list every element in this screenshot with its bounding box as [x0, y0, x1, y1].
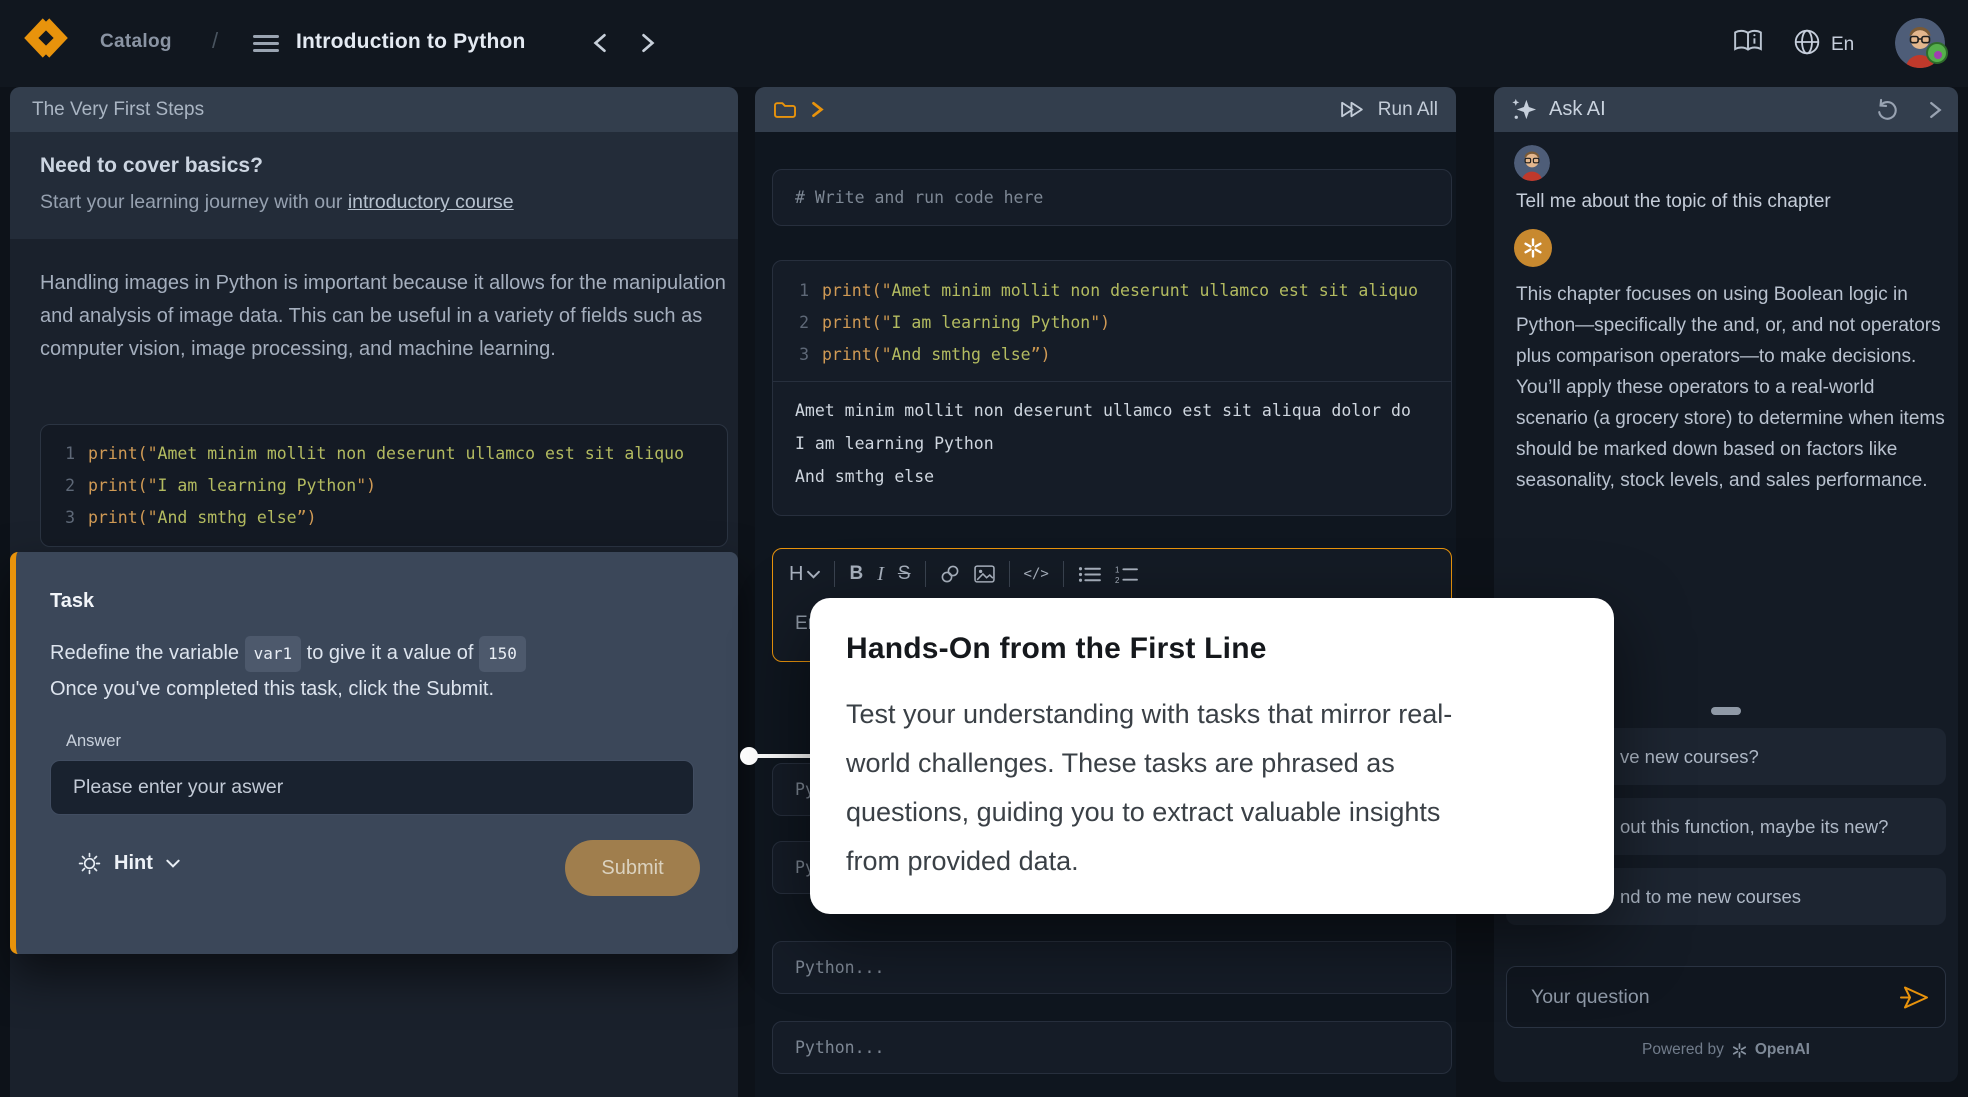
openai-label: OpenAI: [1755, 1041, 1810, 1059]
code-line: 1print("Amet minim mollit non deserunt u…: [795, 275, 1451, 307]
value-chip: 150: [479, 636, 526, 672]
output-line: And smthg else: [795, 460, 1451, 493]
send-icon[interactable]: [1899, 984, 1931, 1011]
top-bar: Catalog / Introduction to Python En: [0, 0, 1968, 87]
tooltip-body: Test your understanding with tasks that …: [846, 690, 1486, 886]
question-input-wrap: [1506, 966, 1946, 1028]
italic-button[interactable]: I: [877, 563, 884, 586]
svg-text:2: 2: [1115, 575, 1119, 583]
collapse-panel-icon[interactable]: [1929, 101, 1942, 119]
toolbar-divider: [834, 561, 835, 587]
lesson-paragraph: Handling images in Python is important b…: [40, 267, 734, 366]
run-all-button[interactable]: Run All: [1339, 99, 1438, 121]
prev-chapter-button[interactable]: [592, 33, 608, 58]
submit-button[interactable]: Submit: [565, 840, 700, 896]
chapter-menu-icon[interactable]: [253, 35, 279, 53]
language-label: En: [1831, 34, 1854, 56]
breadcrumb-catalog[interactable]: Catalog: [100, 31, 172, 53]
numbered-list-icon: 1 2: [1115, 565, 1138, 584]
code-line: 2print("I am learning Python"): [795, 307, 1451, 339]
question-input[interactable]: [1531, 986, 1899, 1009]
brand-logo-icon[interactable]: [22, 16, 70, 65]
language-selector[interactable]: En: [1793, 28, 1854, 62]
answer-input[interactable]: [50, 760, 694, 815]
sparkle-icon: [1510, 96, 1537, 123]
introductory-course-link[interactable]: introductory course: [348, 191, 514, 213]
numbered-list-button[interactable]: 1 2: [1115, 565, 1138, 584]
ask-ai-header: Ask AI: [1494, 87, 1958, 132]
ask-ai-panel: Ask AI Tell me about the topic of this: [1494, 87, 1958, 1082]
bullet-list-icon: [1078, 565, 1101, 584]
drag-handle[interactable]: [1711, 707, 1741, 715]
code-line: 2print("I am learning Python"): [61, 470, 727, 502]
ask-ai-title: Ask AI: [1549, 98, 1606, 121]
lesson-panel: The Very First Steps Need to cover basic…: [10, 87, 738, 1097]
code-line: 3print("And smthg else”): [795, 339, 1451, 371]
code-line: 3print("And smthg else”): [61, 502, 727, 534]
svg-text:1: 1: [1115, 565, 1119, 574]
chevron-down-icon: [166, 859, 180, 868]
openai-avatar: [1514, 229, 1552, 267]
python-cell[interactable]: Python...: [772, 1021, 1452, 1074]
answer-label: Answer: [66, 732, 704, 751]
breadcrumb-separator: /: [212, 28, 218, 54]
python-cell[interactable]: Python...: [772, 941, 1452, 994]
onboarding-tooltip: Hands-On from the First Line Test your u…: [810, 598, 1614, 914]
basics-promo-card: Need to cover basics? Start your learnin…: [10, 132, 738, 239]
cell-divider: [773, 381, 1451, 382]
run-all-icon: [1339, 100, 1366, 119]
code-button[interactable]: </>: [1024, 566, 1049, 582]
notebook-header: Run All: [755, 87, 1456, 132]
breadcrumb-chevron-icon: [811, 101, 824, 118]
link-icon: [940, 564, 960, 584]
hint-toggle[interactable]: Hint: [78, 852, 180, 875]
output-line: I am learning Python: [795, 427, 1451, 460]
folder-icon[interactable]: [773, 100, 797, 119]
scratch-placeholder: # Write and run code here: [795, 188, 1043, 207]
lesson-title: The Very First Steps: [32, 99, 204, 121]
bullet-list-button[interactable]: [1078, 565, 1101, 584]
powered-by: Powered by OpenAI: [1494, 1041, 1958, 1059]
strikethrough-button[interactable]: S: [898, 563, 911, 585]
next-chapter-button[interactable]: [640, 33, 656, 58]
openai-logo-icon: [1731, 1042, 1748, 1059]
tooltip-connector-dot: [740, 747, 758, 765]
lesson-panel-header: The Very First Steps: [10, 87, 738, 132]
image-icon: [974, 565, 995, 583]
lightbulb-icon: [78, 852, 101, 875]
user-message-avatar: [1514, 145, 1550, 181]
promo-text: Start your learning journey with our int…: [40, 191, 708, 214]
task-description: Redefine the variable var1 to give it a …: [50, 636, 704, 706]
formatting-toolbar: H B I S: [773, 549, 1451, 599]
toolbar-divider: [1009, 561, 1010, 587]
promo-heading: Need to cover basics?: [40, 154, 708, 178]
heading-button[interactable]: H: [789, 563, 820, 586]
code-line: 1print("Amet minim mollit non deserunt u…: [61, 438, 727, 470]
scratch-code-cell[interactable]: # Write and run code here: [772, 169, 1452, 226]
ai-response: This chapter focuses on using Boolean lo…: [1516, 279, 1950, 496]
toolbar-divider: [1063, 561, 1064, 587]
user-message: Tell me about the topic of this chapter: [1516, 191, 1831, 213]
avatar-status-badge: [1926, 42, 1948, 64]
var-chip: var1: [245, 636, 302, 672]
notebook-panel: Run All # Write and run code here 1print…: [755, 87, 1456, 1097]
toolbar-divider: [925, 561, 926, 587]
link-button[interactable]: [940, 564, 960, 584]
glossary-book-icon[interactable]: [1733, 28, 1763, 59]
chapter-title: Introduction to Python: [296, 30, 526, 54]
tooltip-title: Hands-On from the First Line: [846, 632, 1578, 666]
chevron-down-icon: [807, 570, 820, 579]
task-title: Task: [50, 590, 704, 613]
app-window: Catalog / Introduction to Python En: [0, 0, 1968, 1097]
task-card: Task Redefine the variable var1 to give …: [10, 552, 738, 954]
globe-icon: [1793, 28, 1821, 62]
image-button[interactable]: [974, 565, 995, 583]
bold-button[interactable]: B: [849, 563, 863, 585]
code-output-cell[interactable]: 1print("Amet minim mollit non deserunt u…: [772, 260, 1452, 516]
output-line: Amet minim mollit non deserunt ullamco e…: [795, 394, 1451, 427]
reset-chat-icon[interactable]: [1874, 97, 1899, 122]
lesson-code-block: 1print("Amet minim mollit non deserunt u…: [40, 424, 728, 547]
hint-label: Hint: [114, 852, 153, 875]
